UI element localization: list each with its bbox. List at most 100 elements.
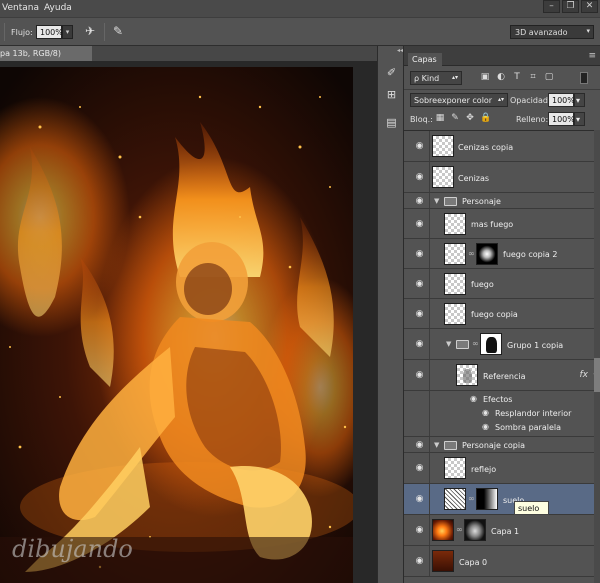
expand-group-icon[interactable]: ▼ — [434, 441, 439, 449]
layer-thumbnail — [432, 166, 454, 188]
effect-row[interactable]: ◉ Sombra paralela — [404, 420, 600, 437]
eye-icon[interactable]: ◉ — [480, 423, 491, 431]
group-mask-thumbnail[interactable] — [480, 333, 502, 355]
lock-transparent-icon[interactable]: ▦ — [434, 113, 446, 125]
filter-adjustment-icon[interactable]: ◐ — [495, 72, 507, 84]
layer-thumbnail — [432, 135, 454, 157]
layer-row[interactable]: ◉ fuego — [404, 269, 600, 299]
tablet-pressure-icon[interactable]: ✎ — [110, 24, 126, 40]
effects-row[interactable]: ◉ Efectos — [404, 391, 600, 406]
layer-mask-thumbnail[interactable] — [464, 519, 486, 541]
eye-icon[interactable]: ◉ — [414, 142, 425, 151]
scrollbar-thumb[interactable] — [594, 358, 600, 392]
eye-icon[interactable]: ◉ — [414, 495, 425, 504]
eye-icon[interactable]: ◉ — [414, 464, 425, 473]
filter-smart-object-icon[interactable]: ▢ — [543, 72, 555, 84]
layer-thumbnail — [444, 457, 466, 479]
eye-icon[interactable]: ◉ — [414, 526, 425, 535]
eye-icon[interactable]: ◉ — [480, 409, 491, 417]
lock-label: Bloq.: — [410, 115, 433, 124]
layer-row-selected[interactable]: ◉ ∞ suelo — [404, 484, 600, 515]
visibility-column — [404, 406, 430, 420]
link-icon[interactable]: ∞ — [468, 249, 475, 258]
layer-name: Cenizas — [458, 174, 490, 183]
document-tab[interactable]: pa 13b, RGB/8) — [0, 46, 92, 61]
group-row[interactable]: ◉ ▼ Personaje copia — [404, 437, 600, 453]
layer-row[interactable]: ◉ Referencia fx ▾ — [404, 360, 600, 391]
flow-dropdown[interactable]: ▾ — [62, 25, 73, 39]
eye-icon[interactable]: ◉ — [414, 280, 425, 289]
workspace-select[interactable]: 3D avanzado ▾ — [510, 25, 594, 39]
group-name: Grupo 1 copia — [507, 341, 564, 350]
fx-icon[interactable]: fx — [580, 370, 589, 380]
restore-button[interactable]: ❐ — [562, 0, 579, 13]
layer-row[interactable]: ◉ fuego copia — [404, 299, 600, 329]
fill-dropdown[interactable]: ▾ — [574, 112, 585, 126]
clone-source-icon[interactable]: ⊞ — [384, 88, 399, 103]
layer-mask-thumbnail[interactable] — [476, 243, 498, 265]
filter-shape-icon[interactable]: ⌗ — [527, 72, 539, 84]
eye-icon[interactable]: ◉ — [414, 371, 425, 380]
layer-row[interactable]: ◉ mas fuego — [404, 209, 600, 239]
canvas[interactable]: dibujando — [0, 67, 353, 583]
group-row[interactable]: ◉ ▼ Personaje — [404, 193, 600, 209]
filter-pixel-icon[interactable]: ▣ — [479, 72, 491, 84]
layers-scrollbar[interactable] — [594, 130, 600, 583]
airbrush-icon[interactable]: ✈ — [82, 24, 98, 40]
link-icon[interactable]: ∞ — [472, 339, 479, 348]
opacity-dropdown[interactable]: ▾ — [574, 93, 585, 107]
fill-input[interactable]: 100% — [548, 112, 575, 126]
eye-icon[interactable]: ◉ — [414, 441, 425, 450]
expand-group-icon[interactable]: ▼ — [446, 340, 451, 348]
layer-row[interactable]: ◉ Cenizas copia — [404, 131, 600, 162]
layer-thumbnail — [444, 488, 466, 510]
expand-group-icon[interactable]: ▼ — [434, 197, 439, 205]
layer-thumbnail — [444, 303, 466, 325]
layer-row[interactable]: ◉ Cenizas — [404, 162, 600, 193]
menu-ventana[interactable]: Ventana — [2, 3, 39, 13]
eye-icon[interactable]: ◉ — [414, 250, 425, 259]
collapse-dock-icon[interactable]: ◂◂ — [397, 47, 403, 54]
lock-image-icon[interactable]: ✎ — [449, 113, 461, 125]
layers-panel: Capas ≡ ρ Kind ▴▾ ▣ ◐ T ⌗ ▢ Sobreexponer … — [404, 46, 600, 583]
lock-position-icon[interactable]: ✥ — [464, 113, 476, 125]
eye-icon[interactable]: ◉ — [414, 220, 425, 229]
flow-label: Flujo: — [11, 28, 33, 37]
blend-mode-select[interactable]: Sobreexponer color ▴▾ — [410, 93, 508, 107]
filter-type-icon[interactable]: T — [511, 72, 523, 84]
tab-capas[interactable]: Capas — [408, 53, 442, 66]
properties-icon[interactable]: ▤ — [384, 116, 399, 131]
opacity-input[interactable]: 100% — [548, 93, 575, 107]
flow-input[interactable]: 100% — [36, 25, 63, 39]
layer-mask-thumbnail[interactable] — [476, 488, 498, 510]
layer-name: fuego copia 2 — [503, 250, 558, 259]
panel-menu-icon[interactable]: ≡ — [588, 51, 596, 61]
eye-icon[interactable]: ◉ — [468, 395, 479, 403]
eye-icon[interactable]: ◉ — [414, 310, 425, 319]
layer-thumbnail — [456, 364, 478, 386]
panel-dock: ◂◂ ✐ ⊞ ▤ — [377, 46, 404, 583]
filter-toggle-icon[interactable] — [580, 72, 588, 84]
link-icon[interactable]: ∞ — [468, 494, 475, 503]
menu-ayuda[interactable]: Ayuda — [44, 3, 72, 13]
eye-icon[interactable]: ◉ — [414, 197, 425, 206]
kind-filter-select[interactable]: ρ Kind ▴▾ — [410, 71, 462, 85]
layer-row[interactable]: ◉ reflejo — [404, 453, 600, 484]
effect-row[interactable]: ◉ Resplandor interior — [404, 406, 600, 420]
brush-preset-icon[interactable]: ✐ — [384, 66, 399, 81]
effect-name: Resplandor interior — [495, 409, 572, 418]
menu-bar: Ventana Ayuda – ❐ ✕ — [0, 0, 600, 17]
layer-row[interactable]: ◉ Capa 0 — [404, 546, 600, 577]
layer-row[interactable]: ◉ ∞ fuego copia 2 — [404, 239, 600, 269]
link-icon[interactable]: ∞ — [456, 525, 463, 534]
layer-row[interactable]: ◉ ∞ Capa 1 — [404, 515, 600, 546]
lock-all-icon[interactable]: 🔒 — [480, 113, 492, 125]
group-row[interactable]: ◉ ▼ ∞ Grupo 1 copia — [404, 329, 600, 360]
eye-icon[interactable]: ◉ — [414, 557, 425, 566]
minimize-button[interactable]: – — [543, 0, 560, 13]
eye-icon[interactable]: ◉ — [414, 173, 425, 182]
eye-icon[interactable]: ◉ — [414, 340, 425, 349]
layer-name: fuego copia — [471, 310, 518, 319]
close-button[interactable]: ✕ — [581, 0, 598, 13]
layer-thumbnail — [444, 243, 466, 265]
